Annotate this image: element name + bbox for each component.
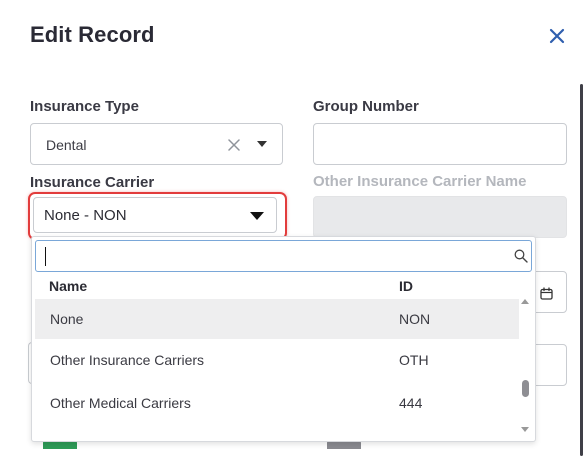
list-item-name: None <box>50 311 84 327</box>
clear-icon[interactable] <box>228 138 240 151</box>
search-icon <box>514 249 528 263</box>
insurance-type-value: Dental <box>46 137 87 153</box>
insurance-type-label: Insurance Type <box>30 98 139 115</box>
list-item-id: NON <box>399 311 431 327</box>
insurance-carrier-value: None - NON <box>44 207 127 224</box>
calendar-icon[interactable] <box>540 287 553 300</box>
list-item-name: Other Medical Carriers <box>50 395 191 411</box>
list-item-name: Other Insurance Carriers <box>50 352 205 368</box>
other-carrier-name-input <box>313 196 567 238</box>
caret-down-icon <box>250 212 264 220</box>
list-item-id: OTH <box>399 352 429 368</box>
list-item[interactable]: Other Insurance Carriers OTH <box>35 340 519 380</box>
caret-down-icon[interactable] <box>257 141 267 147</box>
insurance-type-select[interactable]: Dental <box>30 123 283 165</box>
insurance-carrier-select[interactable]: None - NON <box>33 197 277 233</box>
list-item[interactable]: Other Medical Carriers 444 <box>35 383 519 423</box>
insurance-carrier-label: Insurance Carrier <box>30 174 155 191</box>
scroll-up-arrow[interactable] <box>521 299 529 304</box>
scroll-down-arrow[interactable] <box>521 427 529 432</box>
group-number-input[interactable] <box>313 123 567 165</box>
column-header-name: Name <box>49 278 88 294</box>
list-item-id: 444 <box>399 395 423 411</box>
dialog-title: Edit Record <box>30 22 155 47</box>
other-carrier-name-label: Other Insurance Carrier Name <box>313 173 527 190</box>
column-header-id: ID <box>399 278 413 294</box>
list-item[interactable]: None NON <box>35 299 519 339</box>
dropdown-search-input[interactable] <box>35 240 532 272</box>
page-scrollbar[interactable] <box>580 84 583 456</box>
scroll-thumb[interactable] <box>522 380 529 397</box>
text-cursor <box>45 247 46 266</box>
group-number-label: Group Number <box>313 98 419 115</box>
carrier-dropdown: Name ID None NON Other Insurance Carrier… <box>31 236 536 442</box>
close-icon[interactable] <box>546 25 568 47</box>
